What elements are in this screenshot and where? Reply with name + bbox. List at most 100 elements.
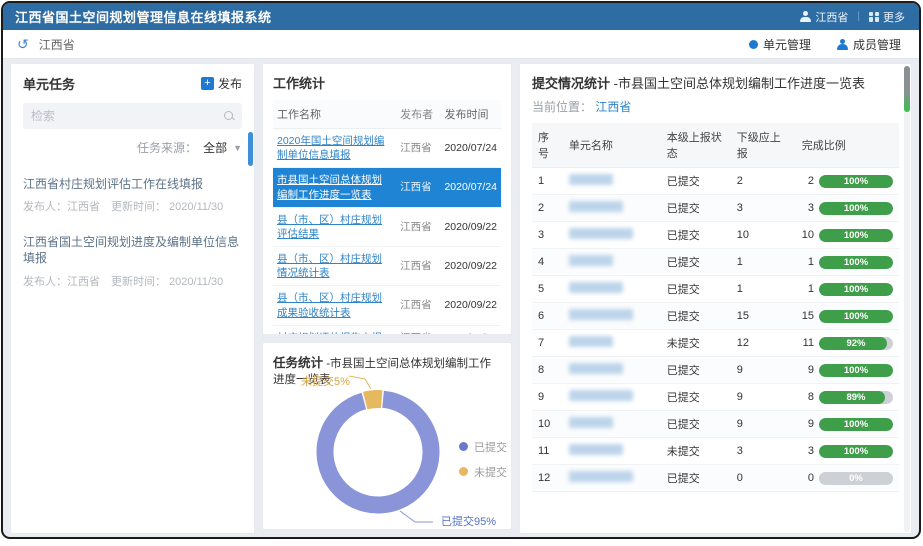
unit-name[interactable] (563, 249, 661, 276)
legend-item[interactable]: 未提交 (459, 464, 507, 480)
search-icon[interactable] (224, 111, 234, 121)
work-row[interactable]: 市县国土空间总体规划编制工作进度一览表江西省2020/07/24 (273, 168, 501, 207)
required-count: 2 (731, 168, 796, 195)
completion-cell: 1100% (796, 276, 899, 303)
unit-name-redacted (569, 282, 623, 293)
current-location: 当前位置： 江西省 (532, 98, 899, 115)
task-list-item[interactable]: 江西省国土空间规划进度及编制单位信息填报发布人：江西省 更新时间： 2020/1… (23, 234, 242, 288)
column-header: 本级上报状态 (661, 123, 731, 168)
row-number: 10 (532, 411, 563, 438)
unit-name[interactable] (563, 222, 661, 249)
row-number: 12 (532, 465, 563, 492)
progress-row[interactable]: 3已提交1010100% (532, 222, 899, 249)
completion-cell: 1100% (796, 249, 899, 276)
task-stats-card: 任务统计 -市县国土空间总体规划编制工作进度一览表 未提交5% 已提交95% 已… (262, 342, 512, 530)
progress-row[interactable]: 1已提交22100% (532, 168, 899, 195)
work-date: 2020/09/22 (440, 207, 501, 246)
unit-name-redacted (569, 201, 623, 212)
progress-row[interactable]: 4已提交11100% (532, 249, 899, 276)
right-scrollbar-thumb[interactable] (904, 66, 910, 112)
completion-pill: 0% (819, 472, 893, 485)
row-number: 1 (532, 168, 563, 195)
work-row[interactable]: 县（市、区）村庄规划情况统计表江西省2020/09/22 (273, 247, 501, 286)
progress-row[interactable]: 10已提交99100% (532, 411, 899, 438)
location-label: 当前位置： (532, 100, 592, 114)
unit-name[interactable] (563, 465, 661, 492)
progress-row[interactable]: 9已提交9889% (532, 384, 899, 411)
unit-name[interactable] (563, 303, 661, 330)
required-count: 12 (731, 330, 796, 357)
row-number: 4 (532, 249, 563, 276)
work-name-link[interactable]: 县（市、区）村庄规划情况统计表 (277, 253, 382, 279)
completion-pill: 100% (819, 202, 893, 215)
completion-percent: 100% (819, 445, 893, 458)
work-row[interactable]: 县（市、区）村庄规划成果验收统计表江西省2020/09/22 (273, 286, 501, 325)
completion-cell: 9100% (796, 411, 899, 438)
member-management-button[interactable]: 成员管理 (837, 36, 901, 53)
progress-row[interactable]: 11未提交33100% (532, 438, 899, 465)
work-name-link[interactable]: 县（市、区）村庄规划评估结果 (277, 214, 382, 240)
work-name-link[interactable]: 2020年国土空间规划编制单位信息填报 (277, 135, 384, 161)
breadcrumb[interactable]: 江西省 (39, 36, 75, 53)
progress-row[interactable]: 7未提交121192% (532, 330, 899, 357)
required-count: 15 (731, 303, 796, 330)
work-row[interactable]: 县（市、区）村庄规划评估结果江西省2020/09/22 (273, 207, 501, 246)
location-link[interactable]: 江西省 (595, 100, 631, 114)
chevron-down-icon[interactable]: ▼ (233, 143, 242, 153)
work-row[interactable]: 2020年国土空间规划编制单位信息填报江西省2020/07/24 (273, 129, 501, 168)
donut-label-submitted: 已提交95% (441, 513, 496, 529)
work-date: 2020/09/22 (440, 325, 501, 334)
submitted-count: 3 (808, 202, 814, 214)
report-status: 已提交 (661, 411, 731, 438)
unit-name[interactable] (563, 357, 661, 384)
right-scrollbar-track[interactable] (904, 66, 910, 532)
unit-management-label: 单元管理 (763, 36, 811, 53)
submission-title-bold: 提交情况统计 (532, 76, 610, 91)
legend-item[interactable]: 已提交 (459, 439, 507, 455)
left-scrollbar-thumb[interactable] (248, 132, 253, 166)
progress-row[interactable]: 6已提交1515100% (532, 303, 899, 330)
progress-row[interactable]: 5已提交11100% (532, 276, 899, 303)
back-icon[interactable]: ↻ (17, 37, 29, 51)
task-list-item[interactable]: 江西省村庄规划评估工作在线填报发布人：江西省 更新时间： 2020/11/30 (23, 176, 242, 214)
unit-name[interactable] (563, 384, 661, 411)
main-content: 单元任务 + 发布 任务来源： 全部 ▼ 江西省村庄规划评估工作在线填报发布人：… (3, 59, 919, 537)
progress-row[interactable]: 2已提交33100% (532, 195, 899, 222)
completion-cell: 10100% (796, 222, 899, 249)
legend-dot (459, 442, 468, 451)
unit-name[interactable] (563, 411, 661, 438)
unit-name[interactable] (563, 168, 661, 195)
search-input[interactable] (31, 109, 224, 123)
report-status: 已提交 (661, 249, 731, 276)
work-publisher: 江西省 (396, 286, 440, 325)
report-status: 已提交 (661, 303, 731, 330)
publish-button[interactable]: + 发布 (201, 75, 242, 92)
more-menu[interactable]: 更多 (869, 9, 905, 25)
submission-title-rest: -市县国土空间总体规划编制工作进度一览表 (610, 76, 865, 91)
task-title[interactable]: 江西省村庄规划评估工作在线填报 (23, 176, 242, 192)
unit-name-redacted (569, 228, 633, 239)
work-row[interactable]: 村庄规划评估报告上报 江西省2020/09/22 (273, 325, 501, 334)
work-name-link[interactable]: 市县国土空间总体规划编制工作进度一览表 (277, 174, 382, 200)
work-name-link[interactable]: 村庄规划评估报告上报 (277, 332, 382, 335)
unit-management-button[interactable]: 单元管理 (749, 36, 811, 53)
user-name: 江西省 (815, 9, 848, 25)
work-publisher: 江西省 (396, 168, 440, 207)
unit-name[interactable] (563, 330, 661, 357)
unit-name[interactable] (563, 438, 661, 465)
completion-cell: 15100% (796, 303, 899, 330)
work-date: 2020/09/22 (440, 247, 501, 286)
unit-name[interactable] (563, 276, 661, 303)
column-header: 工作名称 (273, 100, 396, 129)
completion-cell: 3100% (796, 438, 899, 465)
filter-value[interactable]: 全部 (203, 139, 227, 156)
completion-pill: 100% (819, 364, 893, 377)
progress-row[interactable]: 12已提交000% (532, 465, 899, 492)
unit-name[interactable] (563, 195, 661, 222)
user-menu[interactable]: 江西省 (800, 9, 848, 25)
work-name-link[interactable]: 县（市、区）村庄规划成果验收统计表 (277, 292, 382, 318)
completion-percent: 92% (819, 337, 893, 350)
progress-row[interactable]: 8已提交99100% (532, 357, 899, 384)
task-title[interactable]: 江西省国土空间规划进度及编制单位信息填报 (23, 234, 242, 266)
work-publisher: 江西省 (396, 325, 440, 334)
